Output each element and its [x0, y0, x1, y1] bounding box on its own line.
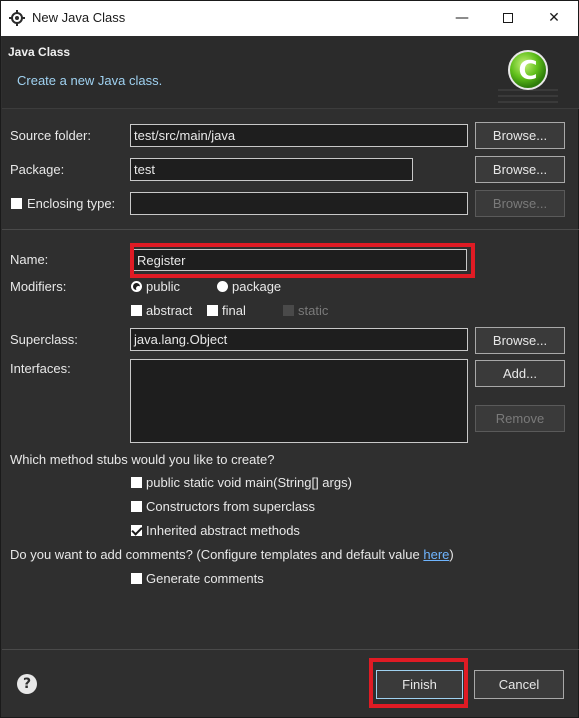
generate-comments-label: Generate comments [146, 571, 264, 586]
interfaces-list[interactable] [130, 359, 468, 443]
modifiers-label: Modifiers: [10, 279, 67, 294]
comments-question-text: Do you want to add comments? (Configure … [10, 547, 424, 562]
help-icon[interactable]: ? [17, 674, 37, 694]
package-label: Package: [10, 162, 65, 177]
close-button[interactable]: ✕ [531, 1, 577, 36]
superclass-label: Superclass: [10, 332, 78, 347]
source-folder-browse-button[interactable]: Browse... [475, 122, 565, 149]
java-class-wizard-icon: C [498, 50, 558, 103]
superclass-browse-button[interactable]: Browse... [475, 327, 565, 354]
source-folder-label: Source folder: [10, 128, 91, 143]
inherited-methods-checkbox[interactable] [131, 525, 142, 536]
final-label: final [222, 303, 246, 318]
interfaces-label: Interfaces: [10, 361, 71, 376]
generate-comments-checkbox[interactable] [131, 573, 142, 584]
public-label: public [146, 279, 180, 294]
package-browse-button[interactable]: Browse... [475, 156, 565, 183]
eclipse-gear-icon [9, 10, 25, 26]
minimize-button[interactable]: — [439, 1, 485, 36]
section-divider [2, 229, 579, 230]
constructors-label: Constructors from superclass [146, 499, 316, 514]
enclosing-type-field[interactable] [130, 192, 468, 215]
wizard-title: Java Class [8, 45, 71, 59]
enclosing-type-checkbox[interactable] [11, 198, 22, 209]
wizard-header: Java Class Create a new Java class. C [2, 36, 579, 109]
window-title: New Java Class [32, 10, 126, 25]
static-checkbox[interactable] [283, 305, 294, 316]
package-radio[interactable] [217, 281, 228, 292]
name-field-highlight [130, 243, 475, 278]
comments-question: Do you want to add comments? (Configure … [10, 547, 454, 562]
close-icon: ✕ [548, 10, 560, 26]
maximize-icon [503, 13, 513, 23]
cancel-button[interactable]: Cancel [474, 670, 564, 699]
finish-button-highlight [369, 658, 468, 708]
title-bar: New Java Class — ✕ [1, 1, 578, 36]
superclass-field[interactable]: java.lang.Object [130, 328, 468, 351]
source-folder-field[interactable]: test/src/main/java [130, 124, 468, 147]
enclosing-type-browse-button[interactable]: Browse... [475, 190, 565, 217]
public-radio[interactable] [131, 281, 142, 292]
main-method-label: public static void main(String[] args) [146, 475, 352, 490]
final-checkbox[interactable] [207, 305, 218, 316]
interfaces-remove-button[interactable]: Remove [475, 405, 565, 432]
minimize-icon: — [455, 10, 469, 26]
package-modifier-label: package [232, 279, 282, 294]
main-method-checkbox[interactable] [131, 477, 142, 488]
name-label: Name: [10, 252, 49, 267]
maximize-button[interactable] [485, 1, 531, 36]
method-stubs-question: Which method stubs would you like to cre… [10, 452, 275, 467]
inherited-methods-label: Inherited abstract methods [146, 523, 300, 538]
abstract-checkbox[interactable] [131, 305, 142, 316]
abstract-label: abstract [146, 303, 193, 318]
interfaces-add-button[interactable]: Add... [475, 360, 565, 387]
logo-letter: C [518, 56, 537, 86]
new-java-class-dialog: New Java Class — ✕ Java Class Create a n… [0, 0, 579, 718]
comments-question-suffix: ) [449, 547, 454, 562]
enclosing-type-label: Enclosing type: [27, 196, 116, 211]
constructors-checkbox[interactable] [131, 501, 142, 512]
package-field[interactable]: test [130, 158, 413, 181]
footer-divider [2, 649, 579, 650]
static-label: static [298, 303, 329, 318]
configure-templates-link[interactable]: here [423, 547, 449, 562]
wizard-description: Create a new Java class. [17, 73, 163, 88]
